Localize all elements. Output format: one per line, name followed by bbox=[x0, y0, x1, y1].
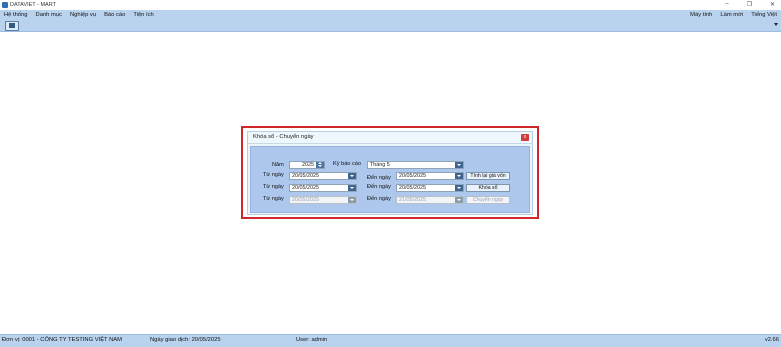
from-date-value-1: 20/05/2025 bbox=[292, 173, 319, 179]
year-label: Năm bbox=[272, 162, 284, 168]
menu-may-tinh[interactable]: Máy tính bbox=[690, 12, 712, 18]
menu-bar: Hệ thống Danh mục Nghiệp vụ Báo cáo Tiện… bbox=[0, 10, 781, 20]
from-date-label-2: Từ ngày bbox=[263, 184, 284, 190]
status-bar: Đơn vị: 0001 - CÔNG TY TESTING VIỆT NAM … bbox=[0, 334, 781, 347]
to-date-label-3: Đến ngày bbox=[367, 196, 391, 202]
spin-arrows-icon[interactable] bbox=[316, 162, 324, 168]
period-value: Tháng 5 bbox=[370, 162, 390, 168]
from-date-field-2[interactable]: 20/05/2025 bbox=[289, 184, 357, 192]
to-date-field-2[interactable]: 20/05/2025 bbox=[396, 184, 464, 192]
calendar-dropdown-icon[interactable] bbox=[348, 173, 356, 179]
title-bar: DATAVIET - MART – ❐ ✕ bbox=[0, 0, 781, 10]
recalc-cost-button[interactable]: Tính lại giá vốn bbox=[466, 172, 510, 180]
menu-lam-moi[interactable]: Làm mới bbox=[720, 12, 743, 18]
status-unit: Đơn vị: 0001 - CÔNG TY TESTING VIỆT NAM bbox=[2, 337, 122, 343]
from-date-field-1[interactable]: 20/05/2025 bbox=[289, 172, 357, 180]
close-window-icon[interactable]: ✕ bbox=[770, 1, 775, 8]
chevron-down-icon[interactable] bbox=[455, 162, 463, 168]
dialog-title: Khóa sổ - Chuyển ngày bbox=[253, 134, 314, 140]
window-controls: – ❐ ✕ bbox=[725, 1, 775, 8]
save-button[interactable] bbox=[5, 21, 19, 31]
dialog-close-button[interactable]: x bbox=[521, 134, 529, 141]
toolbar-overflow-icon[interactable] bbox=[774, 23, 778, 26]
menu-danh-muc[interactable]: Danh mục bbox=[36, 12, 62, 18]
calendar-dropdown-icon[interactable] bbox=[455, 173, 463, 179]
restore-icon[interactable]: ❐ bbox=[747, 1, 752, 8]
transfer-date-button: Chuyển ngày bbox=[466, 196, 510, 204]
status-transaction-date: Ngày giao dịch: 20/05/2025 bbox=[150, 337, 221, 343]
minimize-icon[interactable]: – bbox=[725, 1, 728, 8]
menu-tieng-viet[interactable]: Tiếng Việt bbox=[751, 12, 777, 18]
dialog-body: Năm 2025 Kỳ báo cáo Tháng 5 Từ ngày 20/0… bbox=[250, 146, 530, 213]
status-version: v2.66 bbox=[764, 337, 779, 343]
to-date-field-3: 21/05/2025 bbox=[396, 196, 464, 204]
to-date-field-1[interactable]: 20/05/2025 bbox=[396, 172, 464, 180]
window-title: DATAVIET - MART bbox=[10, 2, 56, 8]
from-date-value-3: 20/05/2025 bbox=[292, 197, 319, 203]
to-date-value-1: 20/05/2025 bbox=[399, 173, 426, 179]
menu-nghiep-vu[interactable]: Nghiệp vụ bbox=[70, 12, 96, 18]
period-select[interactable]: Tháng 5 bbox=[367, 161, 464, 169]
from-date-label-1: Từ ngày bbox=[263, 172, 284, 178]
status-user: User: admin bbox=[296, 337, 328, 343]
menu-bao-cao[interactable]: Báo cáo bbox=[104, 12, 125, 18]
to-date-label-2: Đến ngày bbox=[367, 184, 391, 190]
toolbar bbox=[0, 20, 781, 32]
from-date-value-2: 20/05/2025 bbox=[292, 185, 319, 191]
menu-tien-ich[interactable]: Tiện ích bbox=[133, 12, 153, 18]
lock-book-button[interactable]: Khóa sổ bbox=[466, 184, 510, 192]
calendar-dropdown-icon[interactable] bbox=[455, 185, 463, 191]
year-stepper[interactable]: 2025 bbox=[289, 161, 325, 169]
to-date-value-2: 20/05/2025 bbox=[399, 185, 426, 191]
to-date-label-1: Đến ngày bbox=[367, 175, 391, 181]
from-date-label-3: Từ ngày bbox=[263, 196, 284, 202]
dialog-highlight-frame: Khóa sổ - Chuyển ngày x Năm 2025 Kỳ báo … bbox=[241, 126, 539, 219]
lock-transfer-dialog: Khóa sổ - Chuyển ngày x Năm 2025 Kỳ báo … bbox=[247, 131, 533, 215]
from-date-field-3: 20/05/2025 bbox=[289, 196, 357, 204]
calendar-dropdown-icon[interactable] bbox=[348, 185, 356, 191]
period-label: Kỳ báo cáo bbox=[333, 161, 361, 167]
app-logo-icon bbox=[2, 2, 8, 8]
save-icon bbox=[9, 23, 15, 28]
calendar-dropdown-icon bbox=[348, 197, 356, 203]
menu-he-thong[interactable]: Hệ thống bbox=[4, 12, 28, 18]
calendar-dropdown-icon bbox=[455, 197, 463, 203]
year-value: 2025 bbox=[302, 162, 314, 168]
dialog-header: Khóa sổ - Chuyển ngày x bbox=[248, 132, 532, 144]
to-date-value-3: 21/05/2025 bbox=[399, 197, 426, 203]
